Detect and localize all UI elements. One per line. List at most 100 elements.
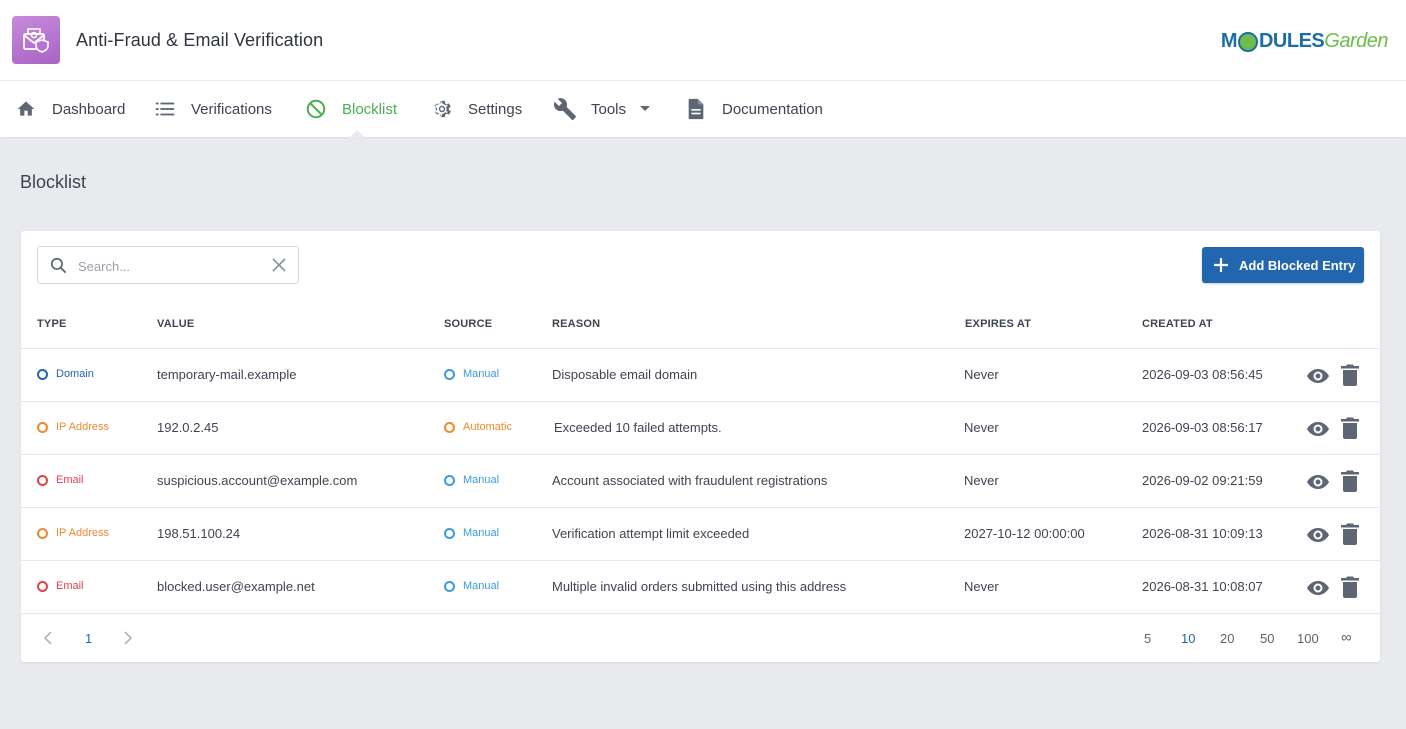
column-header-source[interactable]: SOURCE <box>444 318 492 330</box>
brand-text-garden: Garden <box>1324 29 1388 52</box>
source-dot-icon <box>444 474 455 486</box>
source-label: Automatic <box>463 421 512 433</box>
clear-search-icon[interactable] <box>271 257 287 278</box>
table-footer-divider <box>21 613 1380 614</box>
expires-cell: 2027-10-12 00:00:00 <box>964 526 1085 541</box>
delete-trash-icon[interactable] <box>1341 576 1359 598</box>
nav-label-tools: Tools <box>591 100 627 118</box>
app-logo <box>12 16 60 64</box>
view-eye-icon[interactable] <box>1306 364 1330 388</box>
type-dot-icon <box>37 527 48 539</box>
view-eye-icon[interactable] <box>1306 523 1330 547</box>
page-size-all[interactable]: ∞ <box>1341 629 1352 646</box>
table-row: IP Address 192.0.2.45 Automatic Exceeded… <box>21 401 1380 454</box>
column-header-expires-at[interactable]: EXPIRES AT <box>965 318 1031 330</box>
nav-item-settings[interactable]: Settings <box>430 81 522 137</box>
blocklist-card: Add Blocked Entry TYPE VALUE SOURCE REAS… <box>21 231 1380 662</box>
brand-text-dules: DULES <box>1258 29 1325 52</box>
nav-label-settings: Settings <box>468 100 523 118</box>
nav-item-verifications[interactable]: Verifications <box>153 81 272 137</box>
home-icon <box>14 97 38 121</box>
caret-down-icon <box>640 106 651 112</box>
nav-item-dashboard[interactable]: Dashboard <box>14 81 125 137</box>
view-eye-icon[interactable] <box>1306 417 1330 441</box>
block-icon <box>304 97 328 121</box>
column-header-reason[interactable]: REASON <box>552 318 600 330</box>
source-badge: Automatic <box>444 421 512 433</box>
wrench-icon <box>553 97 577 121</box>
type-dot-icon <box>37 421 48 433</box>
reason-cell: Account associated with fraudulent regis… <box>552 473 828 488</box>
reason-cell: Verification attempt limit exceeded <box>552 526 750 541</box>
source-badge: Manual <box>444 527 499 539</box>
gear-icon <box>430 97 454 121</box>
nav-label-dashboard: Dashboard <box>52 100 126 118</box>
page-title: Blocklist <box>20 172 87 192</box>
type-badge: IP Address <box>37 527 109 539</box>
type-label: IP Address <box>56 527 109 539</box>
table-row: Domain temporary-mail.example Manual Dis… <box>21 348 1380 401</box>
table-row: Email suspicious.account@example.com Man… <box>21 454 1380 507</box>
type-dot-icon <box>37 580 48 592</box>
value-cell: temporary-mail.example <box>157 367 297 382</box>
brand-text-m: M <box>1220 29 1238 52</box>
app-title: Anti-Fraud & Email Verification <box>76 30 324 50</box>
view-eye-icon[interactable] <box>1306 576 1330 600</box>
source-dot-icon <box>444 527 455 539</box>
expires-cell: Never <box>964 367 999 382</box>
page-size-5[interactable]: 5 <box>1144 631 1151 646</box>
column-header-type[interactable]: TYPE <box>37 318 67 330</box>
source-label: Manual <box>463 527 500 539</box>
main-nav: Dashboard Verifications Blocklist Settin… <box>0 81 1406 138</box>
app-header: Anti-Fraud & Email Verification M DULES … <box>0 0 1406 81</box>
delete-trash-icon[interactable] <box>1341 523 1359 545</box>
chevron-right-icon[interactable] <box>123 630 133 646</box>
pagination-page-1[interactable]: 1 <box>85 631 92 646</box>
delete-trash-icon[interactable] <box>1341 470 1359 492</box>
modulesgarden-logo: M DULES Garden <box>1221 28 1388 54</box>
expires-cell: Never <box>964 420 999 435</box>
type-dot-icon <box>37 474 48 486</box>
expires-cell: Never <box>964 579 999 594</box>
source-label: Manual <box>463 474 500 486</box>
active-nav-indicator <box>349 130 365 138</box>
source-label: Manual <box>463 368 500 380</box>
source-dot-icon <box>444 368 455 380</box>
page-size-100[interactable]: 100 <box>1297 631 1319 646</box>
page-size-20[interactable]: 20 <box>1220 631 1234 646</box>
nav-label-documentation: Documentation <box>722 100 823 118</box>
type-label: Domain <box>56 368 94 380</box>
table-row: IP Address 198.51.100.24 Manual Verifica… <box>21 507 1380 560</box>
globe-icon <box>1237 32 1258 52</box>
add-blocked-entry-label: Add Blocked Entry <box>1239 257 1356 273</box>
nav-label-blocklist: Blocklist <box>342 100 398 118</box>
document-icon <box>684 97 708 121</box>
nav-item-documentation[interactable]: Documentation <box>684 81 823 137</box>
nav-item-tools[interactable]: Tools <box>553 81 651 137</box>
source-badge: Manual <box>444 368 499 380</box>
add-blocked-entry-button[interactable]: Add Blocked Entry <box>1202 247 1364 283</box>
view-eye-icon[interactable] <box>1306 470 1330 494</box>
created-cell: 2026-09-02 09:21:59 <box>1142 473 1263 488</box>
delete-trash-icon[interactable] <box>1341 417 1359 439</box>
created-cell: 2026-09-03 08:56:45 <box>1142 367 1263 382</box>
nav-label-verifications: Verifications <box>191 100 272 118</box>
type-label: IP Address <box>56 421 109 433</box>
column-header-created-at[interactable]: CREATED AT <box>1142 318 1213 330</box>
page-size-10[interactable]: 10 <box>1181 631 1195 646</box>
chevron-left-icon[interactable] <box>43 630 53 646</box>
column-header-value[interactable]: VALUE <box>157 318 194 330</box>
type-badge: Domain <box>37 368 94 380</box>
nav-item-blocklist[interactable]: Blocklist <box>304 81 397 137</box>
search-box <box>37 246 299 284</box>
reason-cell: Exceeded 10 failed attempts. <box>554 420 722 435</box>
search-icon <box>49 256 68 280</box>
plus-icon <box>1214 258 1228 272</box>
type-badge: Email <box>37 580 84 592</box>
search-input[interactable] <box>78 256 258 276</box>
source-dot-icon <box>444 580 455 592</box>
delete-trash-icon[interactable] <box>1341 364 1359 386</box>
page-size-50[interactable]: 50 <box>1260 631 1274 646</box>
source-badge: Manual <box>444 474 499 486</box>
created-cell: 2026-09-03 08:56:17 <box>1142 420 1263 435</box>
